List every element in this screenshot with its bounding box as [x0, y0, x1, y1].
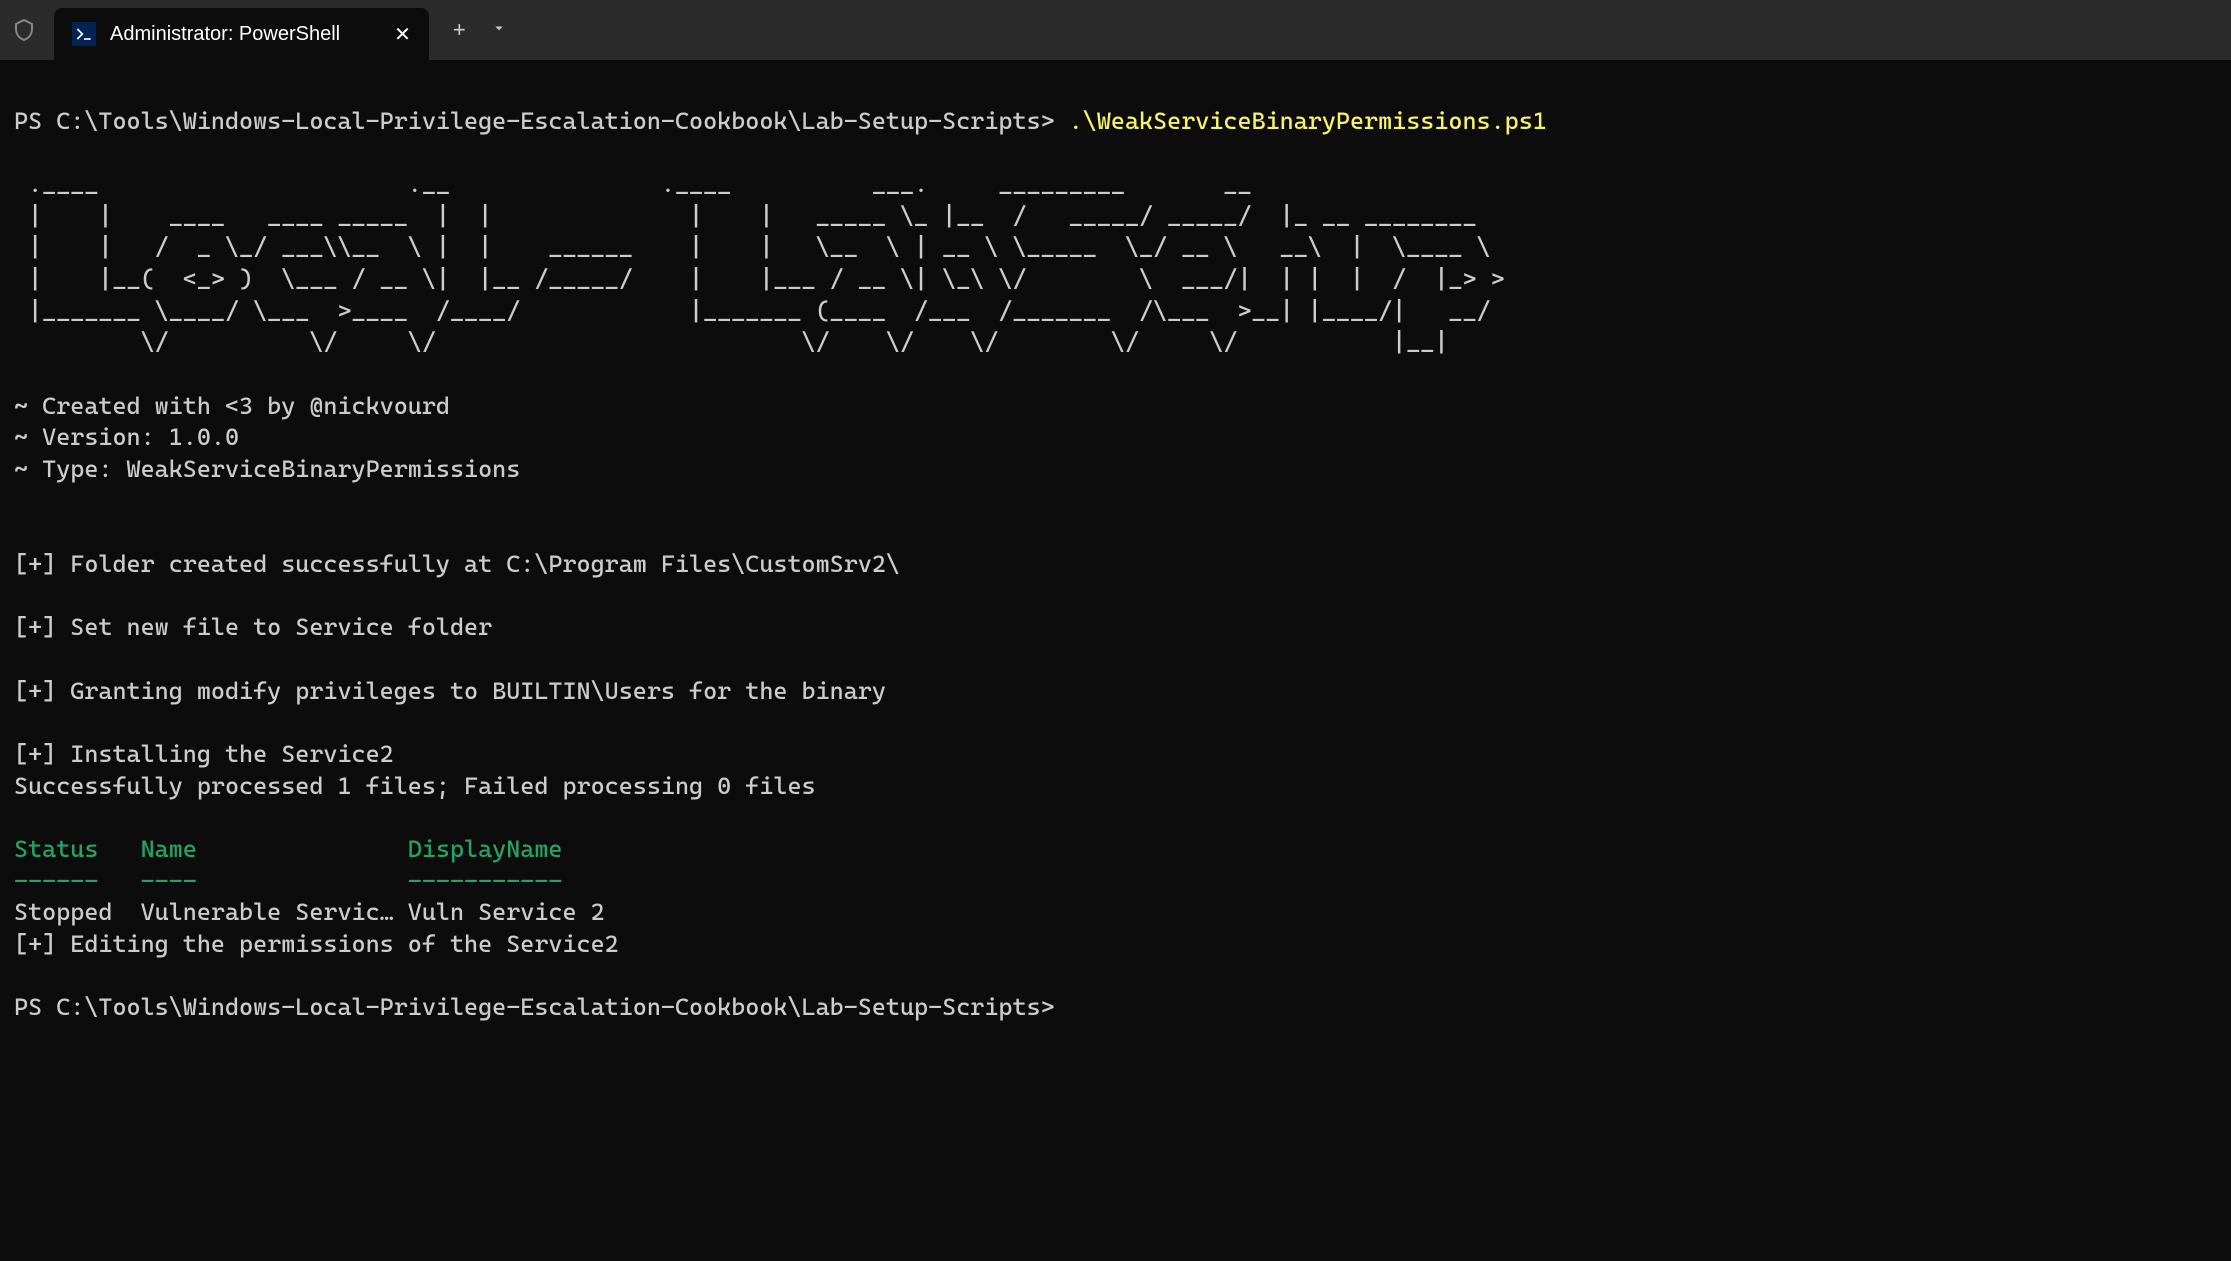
prompt-line: PS C:\Tools\Windows-Local-Privilege-Esca…: [14, 107, 1069, 135]
shield-icon: [12, 18, 36, 42]
active-tab[interactable]: Administrator: PowerShell ✕: [54, 8, 429, 60]
new-tab-button[interactable]: +: [453, 17, 466, 43]
output-line: Successfully processed 1 files; Failed p…: [14, 772, 816, 800]
tab-title: Administrator: PowerShell: [110, 23, 340, 46]
ascii-banner: .____ .__ .____ ___. _________ __ | | __…: [14, 170, 1519, 356]
output-line: [+] Folder created successfully at C:\Pr…: [14, 550, 900, 578]
table-header: Status Name DisplayName: [14, 835, 562, 863]
output-line: [+] Set new file to Service folder: [14, 613, 492, 641]
prompt-line: PS C:\Tools\Windows-Local-Privilege-Esca…: [14, 993, 1055, 1021]
powershell-icon: [72, 22, 96, 46]
output-line: [+] Editing the permissions of the Servi…: [14, 930, 619, 958]
titlebar: Administrator: PowerShell ✕ +: [0, 0, 2231, 60]
output-line: [+] Granting modify privileges to BUILTI…: [14, 677, 886, 705]
close-tab-button[interactable]: ✕: [394, 22, 411, 47]
terminal-output[interactable]: PS C:\Tools\Windows-Local-Privilege-Esca…: [0, 60, 2231, 1038]
meta-line: ~ Type: WeakServiceBinaryPermissions: [14, 455, 520, 483]
table-separator: ------ ---- -----------: [14, 867, 562, 895]
output-line: [+] Installing the Service2: [14, 740, 394, 768]
meta-line: ~ Created with <3 by @nickvourd: [14, 392, 450, 420]
tab-dropdown-button[interactable]: [490, 17, 508, 43]
table-row: Stopped Vulnerable Servic… Vuln Service …: [14, 898, 605, 926]
meta-line: ~ Version: 1.0.0: [14, 423, 239, 451]
tab-actions: +: [453, 17, 508, 43]
command-text: .\WeakServiceBinaryPermissions.ps1: [1069, 107, 1547, 135]
